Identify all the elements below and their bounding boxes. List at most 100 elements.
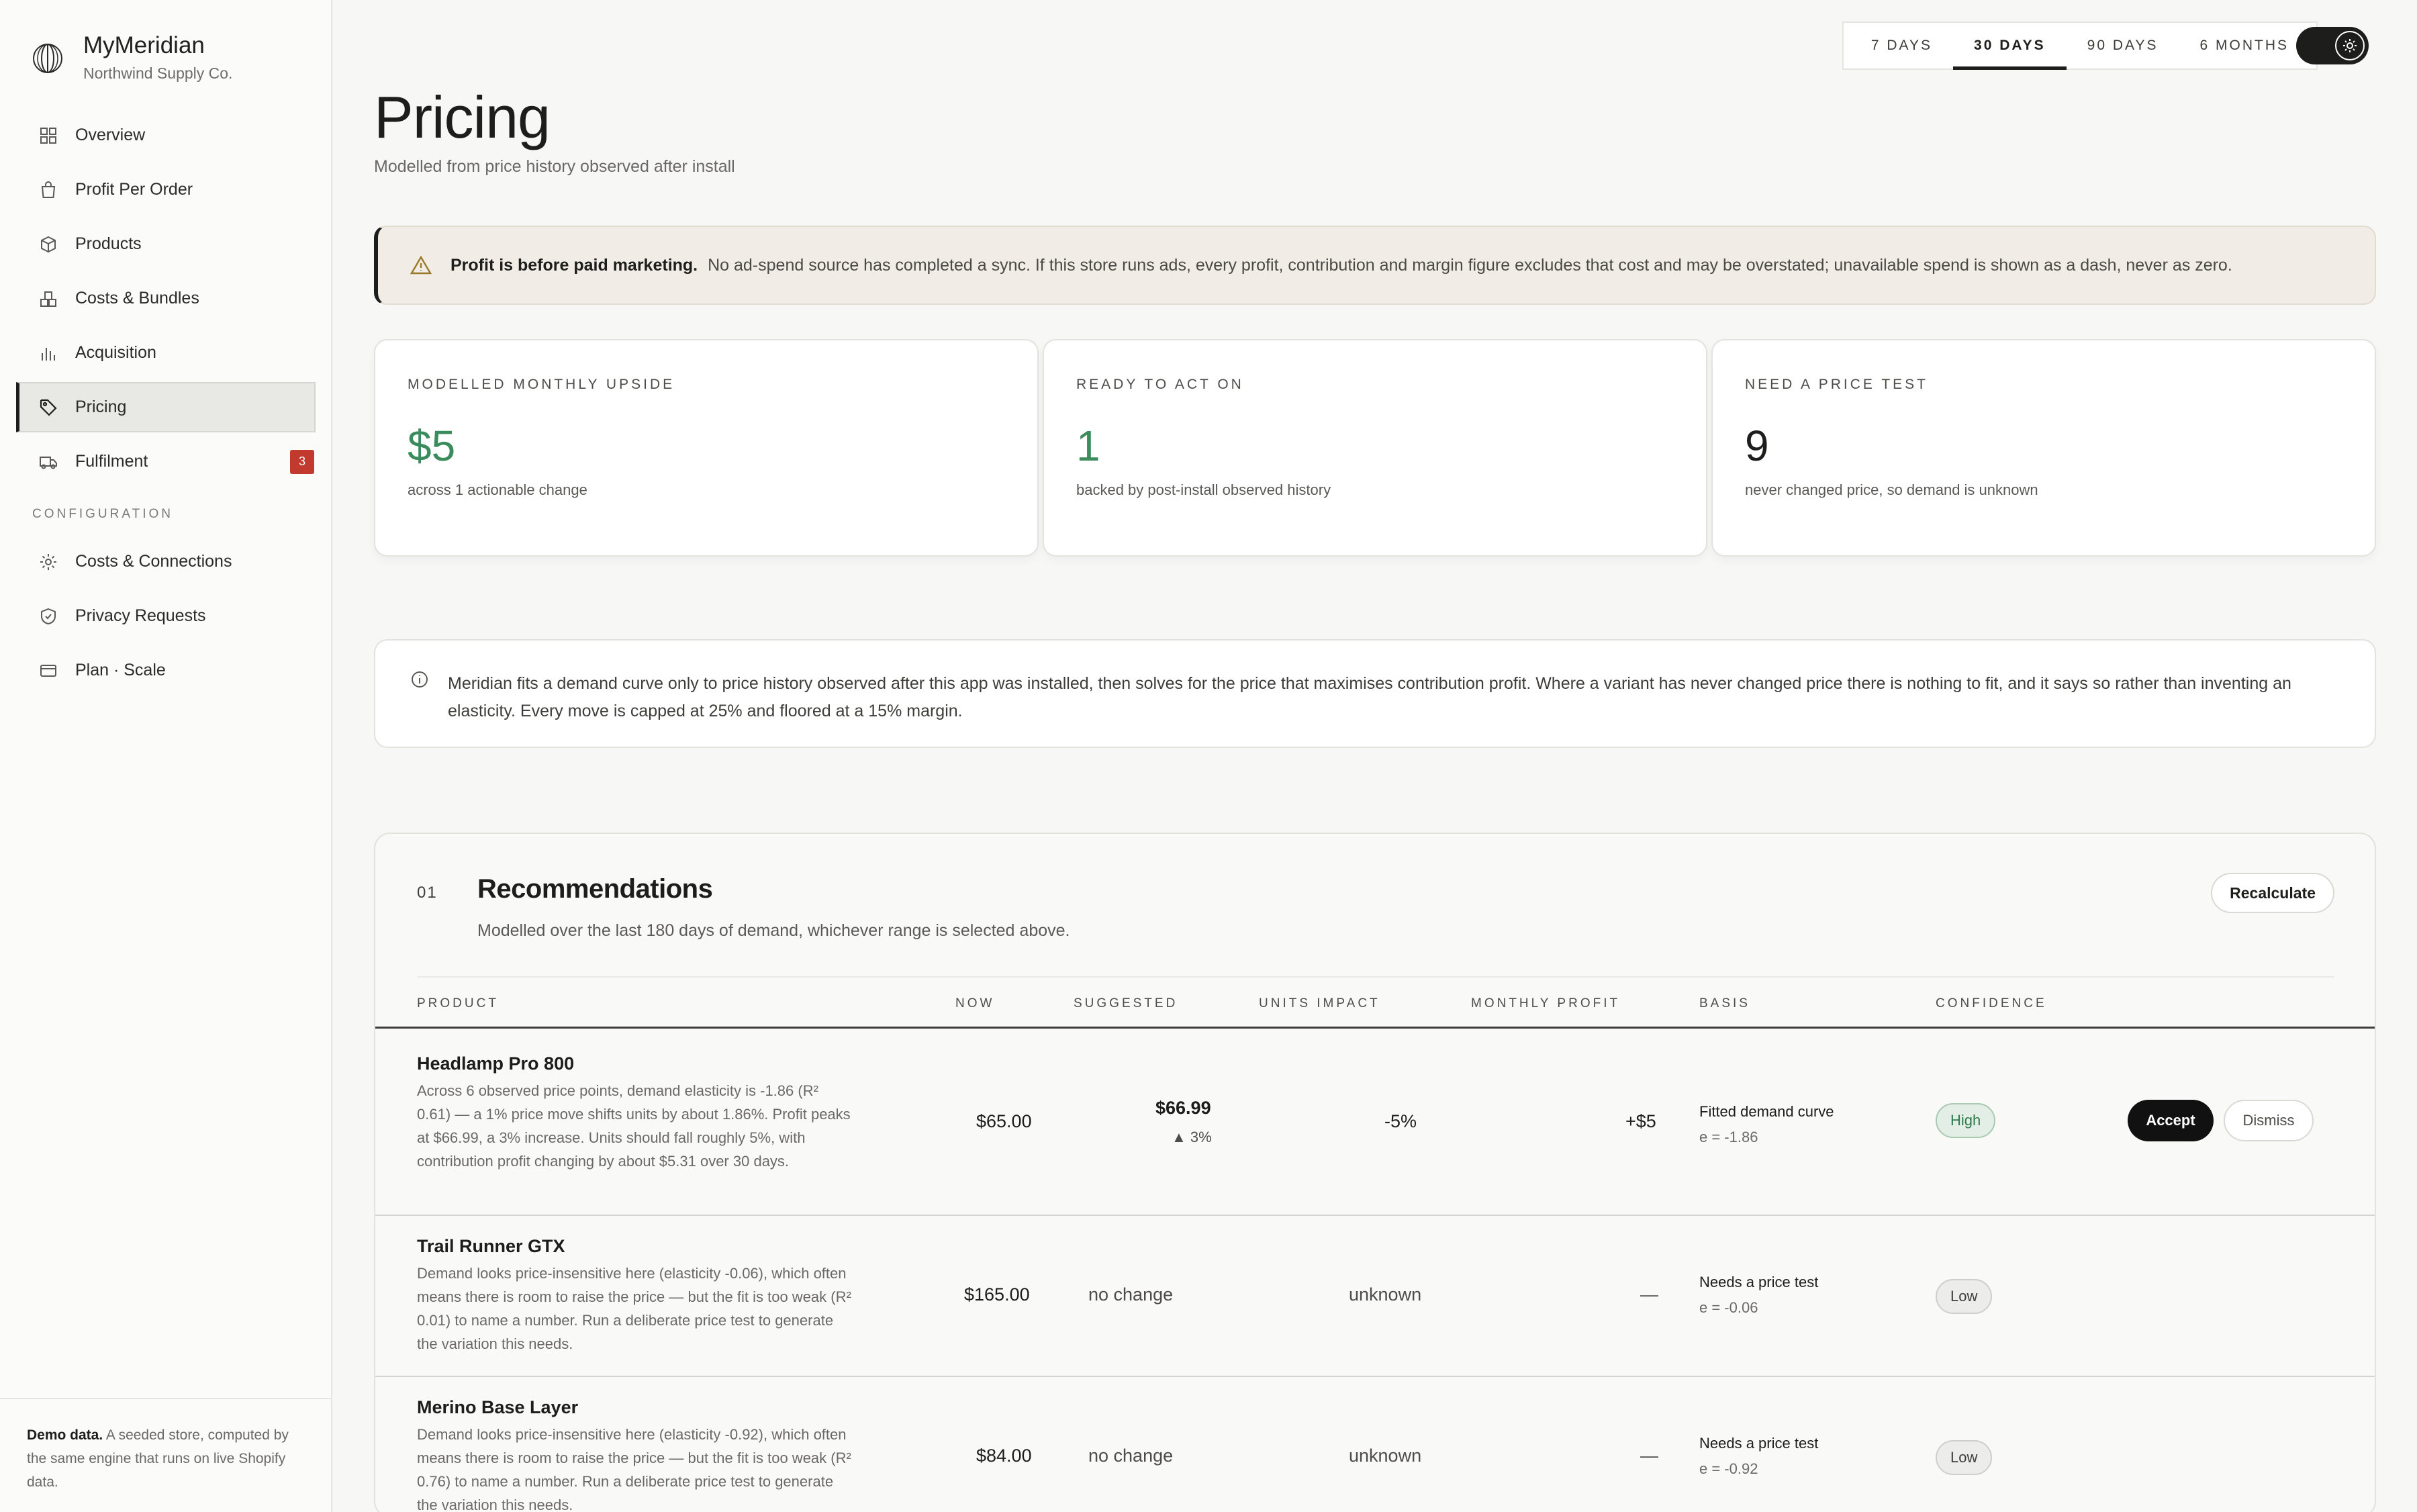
section-title: Recommendations (477, 874, 713, 904)
sidebar-item-products[interactable]: Products (16, 219, 316, 269)
bag-icon (41, 181, 56, 198)
truck-icon (40, 456, 57, 469)
sidebar-item-costs-connections[interactable]: Costs & Connections (16, 536, 316, 587)
sidebar-item-label: Plan · Scale (75, 661, 166, 679)
product-explanation: Demand looks price-insensitive here (ela… (417, 1426, 851, 1512)
warning-icon (410, 255, 432, 275)
elasticity-value: e = -0.06 (1699, 1299, 1758, 1316)
stat-value: $5 (408, 422, 456, 470)
page-title: Pricing (374, 84, 551, 150)
page-subtitle: Modelled from price history observed aft… (374, 157, 735, 176)
sidebar-item-label: Pricing (75, 397, 127, 416)
stat-note: across 1 actionable change (408, 481, 587, 498)
confidence-badge: Low (1936, 1279, 1993, 1314)
sidebar-item-overview[interactable]: Overview (16, 110, 316, 160)
globe-logo-icon (33, 44, 62, 73)
price-now: $65.00 (976, 1111, 1032, 1131)
basis-label: Needs a price test (1699, 1435, 1819, 1452)
elasticity-value: e = -1.86 (1699, 1129, 1758, 1145)
table-row: Merino Base Layer Demand looks price-ins… (375, 1378, 2375, 1512)
section-number: 01 (417, 884, 438, 902)
price-suggested: no change (1088, 1284, 1174, 1305)
ad-spend-alert: Profit is before paid marketing. No ad-s… (374, 226, 2376, 305)
card-icon (40, 664, 56, 677)
stat-card-ready: READY TO ACT ON 1 backed by post-install… (1043, 339, 1707, 557)
bars-icon (42, 347, 55, 361)
sidebar-item-label: Products (75, 234, 142, 253)
sidebar-item-profit-per-order[interactable]: Profit Per Order (16, 164, 316, 215)
sidebar-item-label: Costs & Bundles (75, 289, 199, 308)
units-impact: -5% (1384, 1111, 1417, 1131)
section-subtitle: Modelled over the last 180 days of deman… (477, 921, 1070, 940)
col-suggested: SUGGESTED (1074, 996, 1178, 1010)
monthly-profit: +$5 (1625, 1111, 1656, 1131)
theme-toggle[interactable] (2296, 27, 2369, 64)
brand[interactable]: MyMeridian Northwind Supply Co. (32, 31, 232, 83)
price-suggested: no change (1088, 1446, 1174, 1466)
sidebar-item-label: Costs & Connections (75, 552, 232, 571)
stat-card-price-test: NEED A PRICE TEST 9 never changed price,… (1711, 339, 2376, 557)
price-now: $165.00 (964, 1284, 1030, 1305)
info-icon (412, 671, 428, 688)
sidebar-item-fulfilment[interactable]: Fulfilment 3 (16, 436, 316, 487)
demo-notice: Demo data. A seeded store, computed by t… (0, 1398, 331, 1512)
price-suggested: $66.99 (1155, 1098, 1211, 1118)
shield-icon (41, 608, 56, 624)
brand-name: MyMeridian (83, 32, 205, 58)
sidebar-item-label: Acquisition (75, 343, 156, 362)
sidebar-item-pricing[interactable]: Pricing (16, 382, 316, 432)
confidence-badge: Low (1936, 1440, 1993, 1475)
methodology-info: Meridian fits a demand curve only to pri… (374, 639, 2376, 748)
sidebar-nav: Overview Profit Per Order Products Costs… (16, 110, 316, 700)
sidebar-item-label: Fulfilment (75, 452, 148, 471)
col-confidence: CONFIDENCE (1936, 996, 2047, 1010)
monthly-profit: — (1640, 1446, 1658, 1466)
sun-icon (2343, 39, 2357, 52)
sidebar-item-label: Privacy Requests (75, 606, 206, 625)
product-explanation: Across 6 observed price points, demand e… (417, 1082, 851, 1170)
sidebar-item-privacy-requests[interactable]: Privacy Requests (16, 591, 316, 641)
box-icon (41, 236, 56, 252)
accept-button[interactable]: Accept (2128, 1100, 2214, 1141)
units-impact: unknown (1349, 1446, 1422, 1466)
table-header: PRODUCT NOW SUGGESTED UNITS IMPACT MONTH… (375, 978, 2375, 1029)
alert-text: No ad-spend source has completed a sync.… (708, 255, 2232, 275)
stat-label: MODELLED MONTHLY UPSIDE (408, 377, 675, 392)
tab-90-days[interactable]: 90 DAYS (2067, 23, 2179, 68)
table-row: Headlamp Pro 800 Across 6 observed price… (375, 1031, 2375, 1216)
tab-6-months[interactable]: 6 MONTHS (2179, 23, 2310, 68)
product-name[interactable]: Headlamp Pro 800 (417, 1053, 574, 1074)
price-change: ▲ 3% (1172, 1129, 1212, 1145)
alert-title: Profit is before paid marketing. (451, 255, 698, 275)
tab-7-days[interactable]: 7 DAYS (1850, 23, 1953, 68)
confidence-badge: High (1936, 1103, 1996, 1138)
product-explanation: Demand looks price-insensitive here (ela… (417, 1265, 851, 1352)
theme-knob (2335, 31, 2365, 60)
stat-note: never changed price, so demand is unknow… (1745, 481, 2038, 498)
stat-card-upside: MODELLED MONTHLY UPSIDE $5 across 1 acti… (374, 339, 1039, 557)
demo-notice-title: Demo data. (27, 1427, 103, 1443)
product-name[interactable]: Merino Base Layer (417, 1397, 578, 1418)
stat-label: READY TO ACT ON (1076, 377, 1244, 392)
date-range-tabs: 7 DAYS 30 DAYS 90 DAYS 6 MONTHS (1842, 21, 2318, 70)
dismiss-button[interactable]: Dismiss (2224, 1100, 2314, 1141)
sidebar-item-plan[interactable]: Plan · Scale (16, 645, 316, 696)
stats-row: MODELLED MONTHLY UPSIDE $5 across 1 acti… (374, 339, 2376, 557)
monthly-profit: — (1640, 1284, 1658, 1305)
main-content: 7 DAYS 30 DAYS 90 DAYS 6 MONTHS Pricing … (332, 0, 2417, 1512)
tab-30-days[interactable]: 30 DAYS (1953, 23, 2067, 70)
price-now: $84.00 (976, 1446, 1032, 1466)
product-name[interactable]: Trail Runner GTX (417, 1236, 565, 1257)
sidebar-item-acquisition[interactable]: Acquisition (16, 328, 316, 378)
table-row: Trail Runner GTX Demand looks price-inse… (375, 1217, 2375, 1377)
col-now: NOW (955, 996, 995, 1010)
col-units-impact: UNITS IMPACT (1259, 996, 1380, 1010)
stat-value: 1 (1076, 422, 1100, 470)
units-impact: unknown (1349, 1284, 1422, 1305)
stat-value: 9 (1745, 422, 1769, 470)
fulfilment-count-badge: 3 (290, 449, 314, 474)
stat-note: backed by post-install observed history (1076, 481, 1331, 498)
recalculate-button[interactable]: Recalculate (2211, 873, 2334, 913)
sidebar-item-label: Overview (75, 126, 146, 144)
sidebar-item-costs-bundles[interactable]: Costs & Bundles (16, 273, 316, 324)
